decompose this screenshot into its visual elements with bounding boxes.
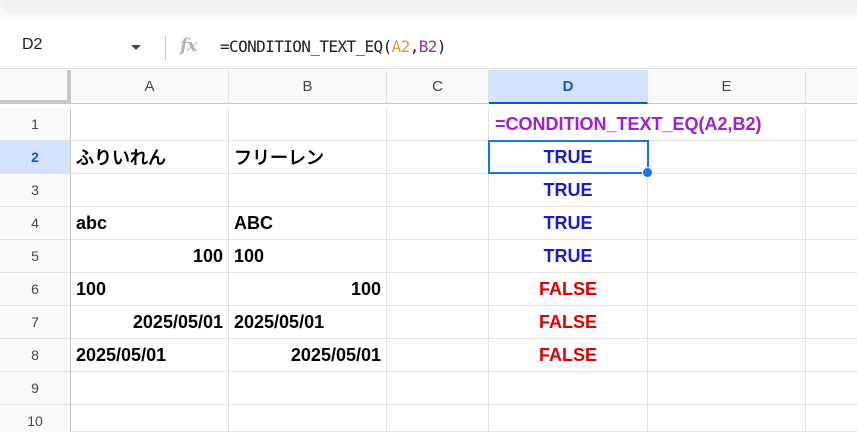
- cell-d4[interactable]: TRUE: [489, 207, 648, 240]
- column-header-b[interactable]: B: [229, 70, 387, 104]
- row-header-9[interactable]: 9: [0, 372, 71, 405]
- cell-a8[interactable]: 2025/05/01: [71, 339, 229, 372]
- cell-e10[interactable]: [648, 405, 806, 432]
- cell-a6[interactable]: 100: [71, 273, 229, 306]
- cell-f1[interactable]: [806, 108, 857, 141]
- cell-f8[interactable]: [806, 339, 857, 372]
- column-header-d[interactable]: D: [489, 70, 648, 104]
- row-header-10[interactable]: 10: [0, 405, 71, 432]
- cell-c2[interactable]: [387, 141, 489, 174]
- formula-ref-a: A2: [391, 37, 411, 56]
- cell-a5[interactable]: 100: [71, 240, 229, 273]
- row-header-4[interactable]: 4: [0, 207, 71, 240]
- cell-a10[interactable]: [71, 405, 229, 432]
- cell-d7[interactable]: FALSE: [489, 306, 648, 339]
- cell-e5[interactable]: [648, 240, 806, 273]
- column-header-a[interactable]: A: [71, 70, 229, 104]
- toolbar-edge: [0, 0, 857, 14]
- cell-f6[interactable]: [806, 273, 857, 306]
- cell-d9[interactable]: [489, 372, 648, 405]
- cell-b2[interactable]: フリーレン: [229, 141, 387, 174]
- column-header-c[interactable]: C: [387, 70, 489, 104]
- formula-bar: D2 fx =CONDITION_TEXT_EQ(A2,B2): [0, 27, 857, 69]
- cell-a1[interactable]: [71, 108, 229, 141]
- window-top-strip: [0, 0, 857, 18]
- cell-a7[interactable]: 2025/05/01: [71, 306, 229, 339]
- cell-f9[interactable]: [806, 372, 857, 405]
- cell-b7[interactable]: 2025/05/01: [229, 306, 387, 339]
- column-header-f[interactable]: [806, 70, 857, 104]
- row-header-3[interactable]: 3: [0, 174, 71, 207]
- cell-e2[interactable]: [648, 141, 806, 174]
- cell-b3[interactable]: [229, 174, 387, 207]
- formula-prefix: =CONDITION_TEXT_EQ(: [220, 37, 392, 56]
- cell-d5[interactable]: TRUE: [489, 240, 648, 273]
- cell-c6[interactable]: [387, 273, 489, 306]
- cell-d10[interactable]: [489, 405, 648, 432]
- select-all-corner[interactable]: [0, 70, 71, 104]
- cell-c3[interactable]: [387, 174, 489, 207]
- formula-input[interactable]: =CONDITION_TEXT_EQ(A2,B2): [220, 37, 446, 56]
- cell-f5[interactable]: [806, 240, 857, 273]
- cell-e9[interactable]: [648, 372, 806, 405]
- cell-f10[interactable]: [806, 405, 857, 432]
- fx-icon: fx: [180, 35, 198, 56]
- cell-b8[interactable]: 2025/05/01: [229, 339, 387, 372]
- cell-e7[interactable]: [648, 306, 806, 339]
- cell-a2[interactable]: ふりいれん: [71, 141, 229, 174]
- column-header-e[interactable]: E: [648, 70, 806, 104]
- formula-suffix: ): [436, 37, 447, 56]
- cell-d1[interactable]: =CONDITION_TEXT_EQ(A2,B2): [489, 108, 762, 141]
- cell-d2[interactable]: TRUE: [489, 141, 648, 174]
- cell-f7[interactable]: [806, 306, 857, 339]
- cell-c9[interactable]: [387, 372, 489, 405]
- cell-f4[interactable]: [806, 207, 857, 240]
- row-header-8[interactable]: 8: [0, 339, 71, 372]
- name-box-dropdown-icon[interactable]: [131, 45, 141, 50]
- formula-bar-divider: [165, 36, 166, 60]
- cell-b9[interactable]: [229, 372, 387, 405]
- cell-f2[interactable]: [806, 141, 857, 174]
- cell-b4[interactable]: ABC: [229, 207, 387, 240]
- cell-c5[interactable]: [387, 240, 489, 273]
- cell-e8[interactable]: [648, 339, 806, 372]
- formula-separator: ,: [409, 37, 420, 56]
- cell-b1[interactable]: [229, 108, 387, 141]
- cell-a4[interactable]: abc: [71, 207, 229, 240]
- cell-b5[interactable]: 100: [229, 240, 387, 273]
- row-header-5[interactable]: 5: [0, 240, 71, 273]
- formula-ref-b: B2: [418, 37, 438, 56]
- cell-a3[interactable]: [71, 174, 229, 207]
- cell-d6[interactable]: FALSE: [489, 273, 648, 306]
- row-header-1[interactable]: 1: [0, 108, 71, 141]
- row-header-6[interactable]: 6: [0, 273, 71, 306]
- cell-b6[interactable]: 100: [229, 273, 387, 306]
- cell-a9[interactable]: [71, 372, 229, 405]
- cell-c1[interactable]: [387, 108, 489, 141]
- cell-f3[interactable]: [806, 174, 857, 207]
- cell-c8[interactable]: [387, 339, 489, 372]
- cell-c10[interactable]: [387, 405, 489, 432]
- cell-e3[interactable]: [648, 174, 806, 207]
- name-box[interactable]: D2: [22, 36, 42, 54]
- cell-d8[interactable]: FALSE: [489, 339, 648, 372]
- row-header-2[interactable]: 2: [0, 141, 71, 174]
- cell-c4[interactable]: [387, 207, 489, 240]
- cell-c7[interactable]: [387, 306, 489, 339]
- cell-b10[interactable]: [229, 405, 387, 432]
- cell-e4[interactable]: [648, 207, 806, 240]
- cell-d3[interactable]: TRUE: [489, 174, 648, 207]
- cell-e6[interactable]: [648, 273, 806, 306]
- row-header-7[interactable]: 7: [0, 306, 71, 339]
- fill-handle[interactable]: [642, 167, 653, 178]
